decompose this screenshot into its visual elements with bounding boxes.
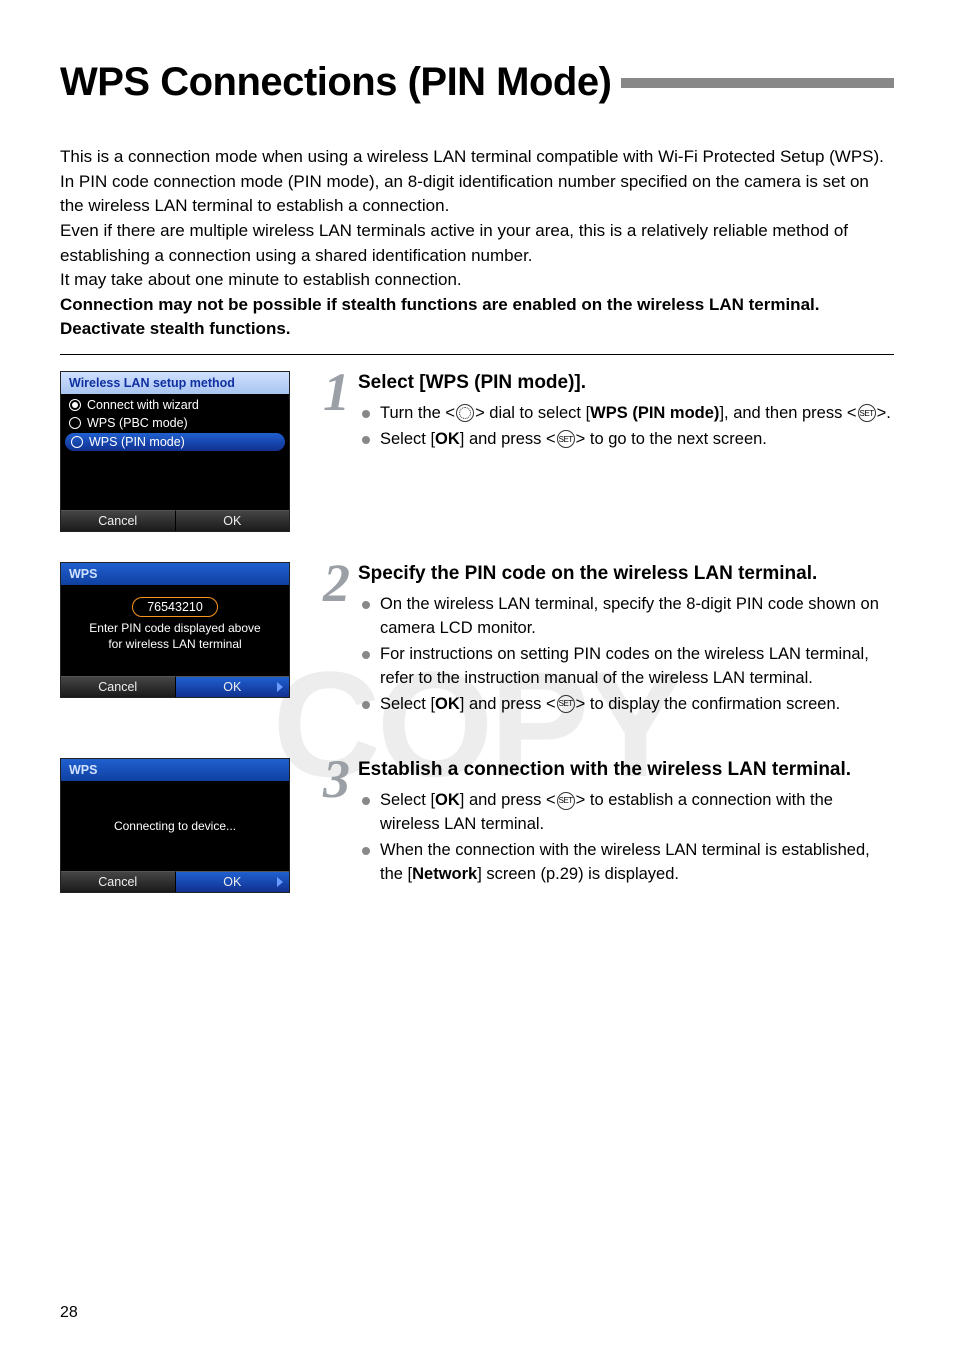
dial-icon: [456, 404, 474, 422]
intro-warning: Connection may not be possible if stealt…: [60, 293, 894, 342]
intro-p3: It may take about one minute to establis…: [60, 268, 894, 293]
radio-icon: [69, 417, 81, 429]
page-number: 28: [60, 1304, 78, 1322]
lcd3-message: Connecting to device...: [114, 819, 236, 835]
set-icon: SET: [557, 430, 575, 448]
intro-p2: Even if there are multiple wireless LAN …: [60, 219, 894, 268]
lcd2-title: WPS: [61, 563, 289, 585]
arrow-right-icon: [277, 877, 283, 887]
step2-bullet1: On the wireless LAN terminal, specify th…: [358, 593, 894, 641]
step3-title: Establish a connection with the wireless…: [358, 758, 894, 783]
lcd-screenshot-3: WPS Connecting to device... Cancel OK: [60, 758, 290, 893]
lcd3-ok-button: OK: [176, 871, 290, 892]
lcd1-option-1: Connect with wizard: [67, 396, 283, 414]
lcd-screenshot-2: WPS 76543210 Enter PIN code displayed ab…: [60, 562, 290, 698]
page-header: WPS Connections (PIN Mode): [60, 60, 894, 105]
step1-bullet1: Turn the <> dial to select [WPS (PIN mod…: [358, 402, 894, 426]
steps-container: Wireless LAN setup method Connect with w…: [60, 371, 894, 893]
lcd2-line1: Enter PIN code displayed above: [67, 621, 283, 637]
lcd1-title: Wireless LAN setup method: [61, 372, 289, 394]
lcd2-cancel-button: Cancel: [61, 676, 176, 697]
lcd1-cancel-button: Cancel: [61, 510, 176, 531]
section-divider: [60, 354, 894, 355]
lcd2-line2: for wireless LAN terminal: [67, 637, 283, 653]
intro-block: This is a connection mode when using a w…: [60, 145, 894, 342]
step-number-2: 2: [323, 552, 350, 614]
set-icon: SET: [557, 792, 575, 810]
lcd-screenshot-1: Wireless LAN setup method Connect with w…: [60, 371, 290, 532]
radio-icon: [69, 399, 81, 411]
page-title: WPS Connections (PIN Mode): [60, 60, 611, 105]
step1-title: Select [WPS (PIN mode)].: [358, 371, 894, 396]
lcd1-option-2: WPS (PBC mode): [67, 414, 283, 432]
intro-p1: This is a connection mode when using a w…: [60, 145, 894, 219]
step-2-row: WPS 76543210 Enter PIN code displayed ab…: [60, 562, 894, 718]
lcd3-cancel-button: Cancel: [61, 871, 176, 892]
lcd3-title: WPS: [61, 759, 289, 781]
step-3-row: WPS Connecting to device... Cancel OK 3 …: [60, 758, 894, 893]
step-number-1: 1: [323, 361, 350, 423]
step1-bullet2: Select [OK] and press <SET> to go to the…: [358, 428, 894, 452]
step2-bullet3: Select [OK] and press <SET> to display t…: [358, 693, 894, 717]
step3-bullet1: Select [OK] and press <SET> to establish…: [358, 789, 894, 837]
lcd1-ok-button: OK: [176, 510, 290, 531]
step2-bullet2: For instructions on setting PIN codes on…: [358, 643, 894, 691]
step-number-3: 3: [323, 748, 350, 810]
lcd2-pin-code: 76543210: [132, 597, 218, 617]
step3-bullet2: When the connection with the wireless LA…: [358, 839, 894, 887]
radio-icon: [71, 436, 83, 448]
step-1-row: Wireless LAN setup method Connect with w…: [60, 371, 894, 532]
set-icon: SET: [557, 695, 575, 713]
lcd1-option-3-selected: WPS (PIN mode): [65, 433, 285, 451]
step2-title: Specify the PIN code on the wireless LAN…: [358, 562, 894, 587]
lcd2-ok-button: OK: [176, 676, 290, 697]
header-rule: [621, 78, 894, 88]
set-icon: SET: [858, 404, 876, 422]
arrow-right-icon: [277, 682, 283, 692]
